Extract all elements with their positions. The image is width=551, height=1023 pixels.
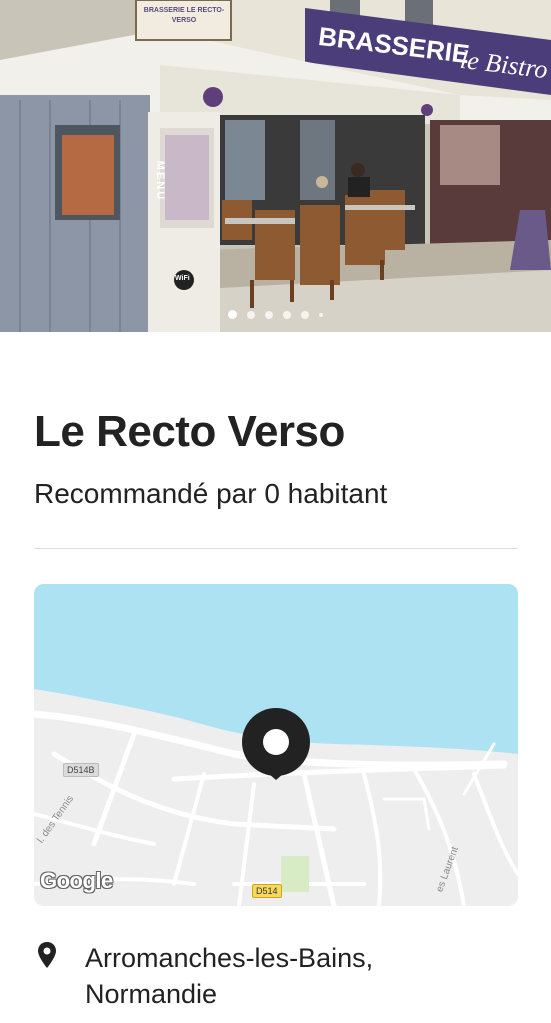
page-title: Le Recto Verso — [34, 407, 345, 456]
road-label-d514: D514 — [252, 884, 282, 898]
recommendation-count: Recommandé par 0 habitant — [34, 478, 388, 509]
menu-board-label: MENU — [154, 160, 167, 202]
carousel-dot-3[interactable] — [265, 310, 273, 319]
wifi-badge: WiFi — [175, 275, 190, 282]
carousel-dot-2[interactable] — [247, 310, 255, 319]
address-text: Arromanches-les-Bains, Normandie — [85, 940, 505, 1012]
google-logo: Google — [40, 868, 113, 893]
road-label-d514b: D514B — [63, 763, 99, 777]
carousel-dot-6[interactable] — [319, 312, 323, 317]
carousel-dot-4[interactable] — [283, 310, 291, 319]
divider — [34, 548, 518, 549]
hero-photo-carousel[interactable]: BRASSERIE le Bistro MENU WiFi BRASSERIE … — [0, 0, 551, 332]
carousel-indicator[interactable] — [0, 310, 551, 319]
address-line-1: Arromanches-les-Bains, — [85, 943, 374, 973]
location-pin-icon — [38, 942, 56, 968]
carousel-dot-1[interactable] — [228, 310, 237, 319]
location-map[interactable]: D514B D514 l. des Tennis es Laurent Goog… — [34, 584, 518, 906]
carousel-dot-5[interactable] — [301, 310, 309, 319]
address-line-2: Normandie — [85, 979, 218, 1009]
hanging-sign: BRASSERIE LE RECTO-VERSO — [143, 7, 225, 24]
